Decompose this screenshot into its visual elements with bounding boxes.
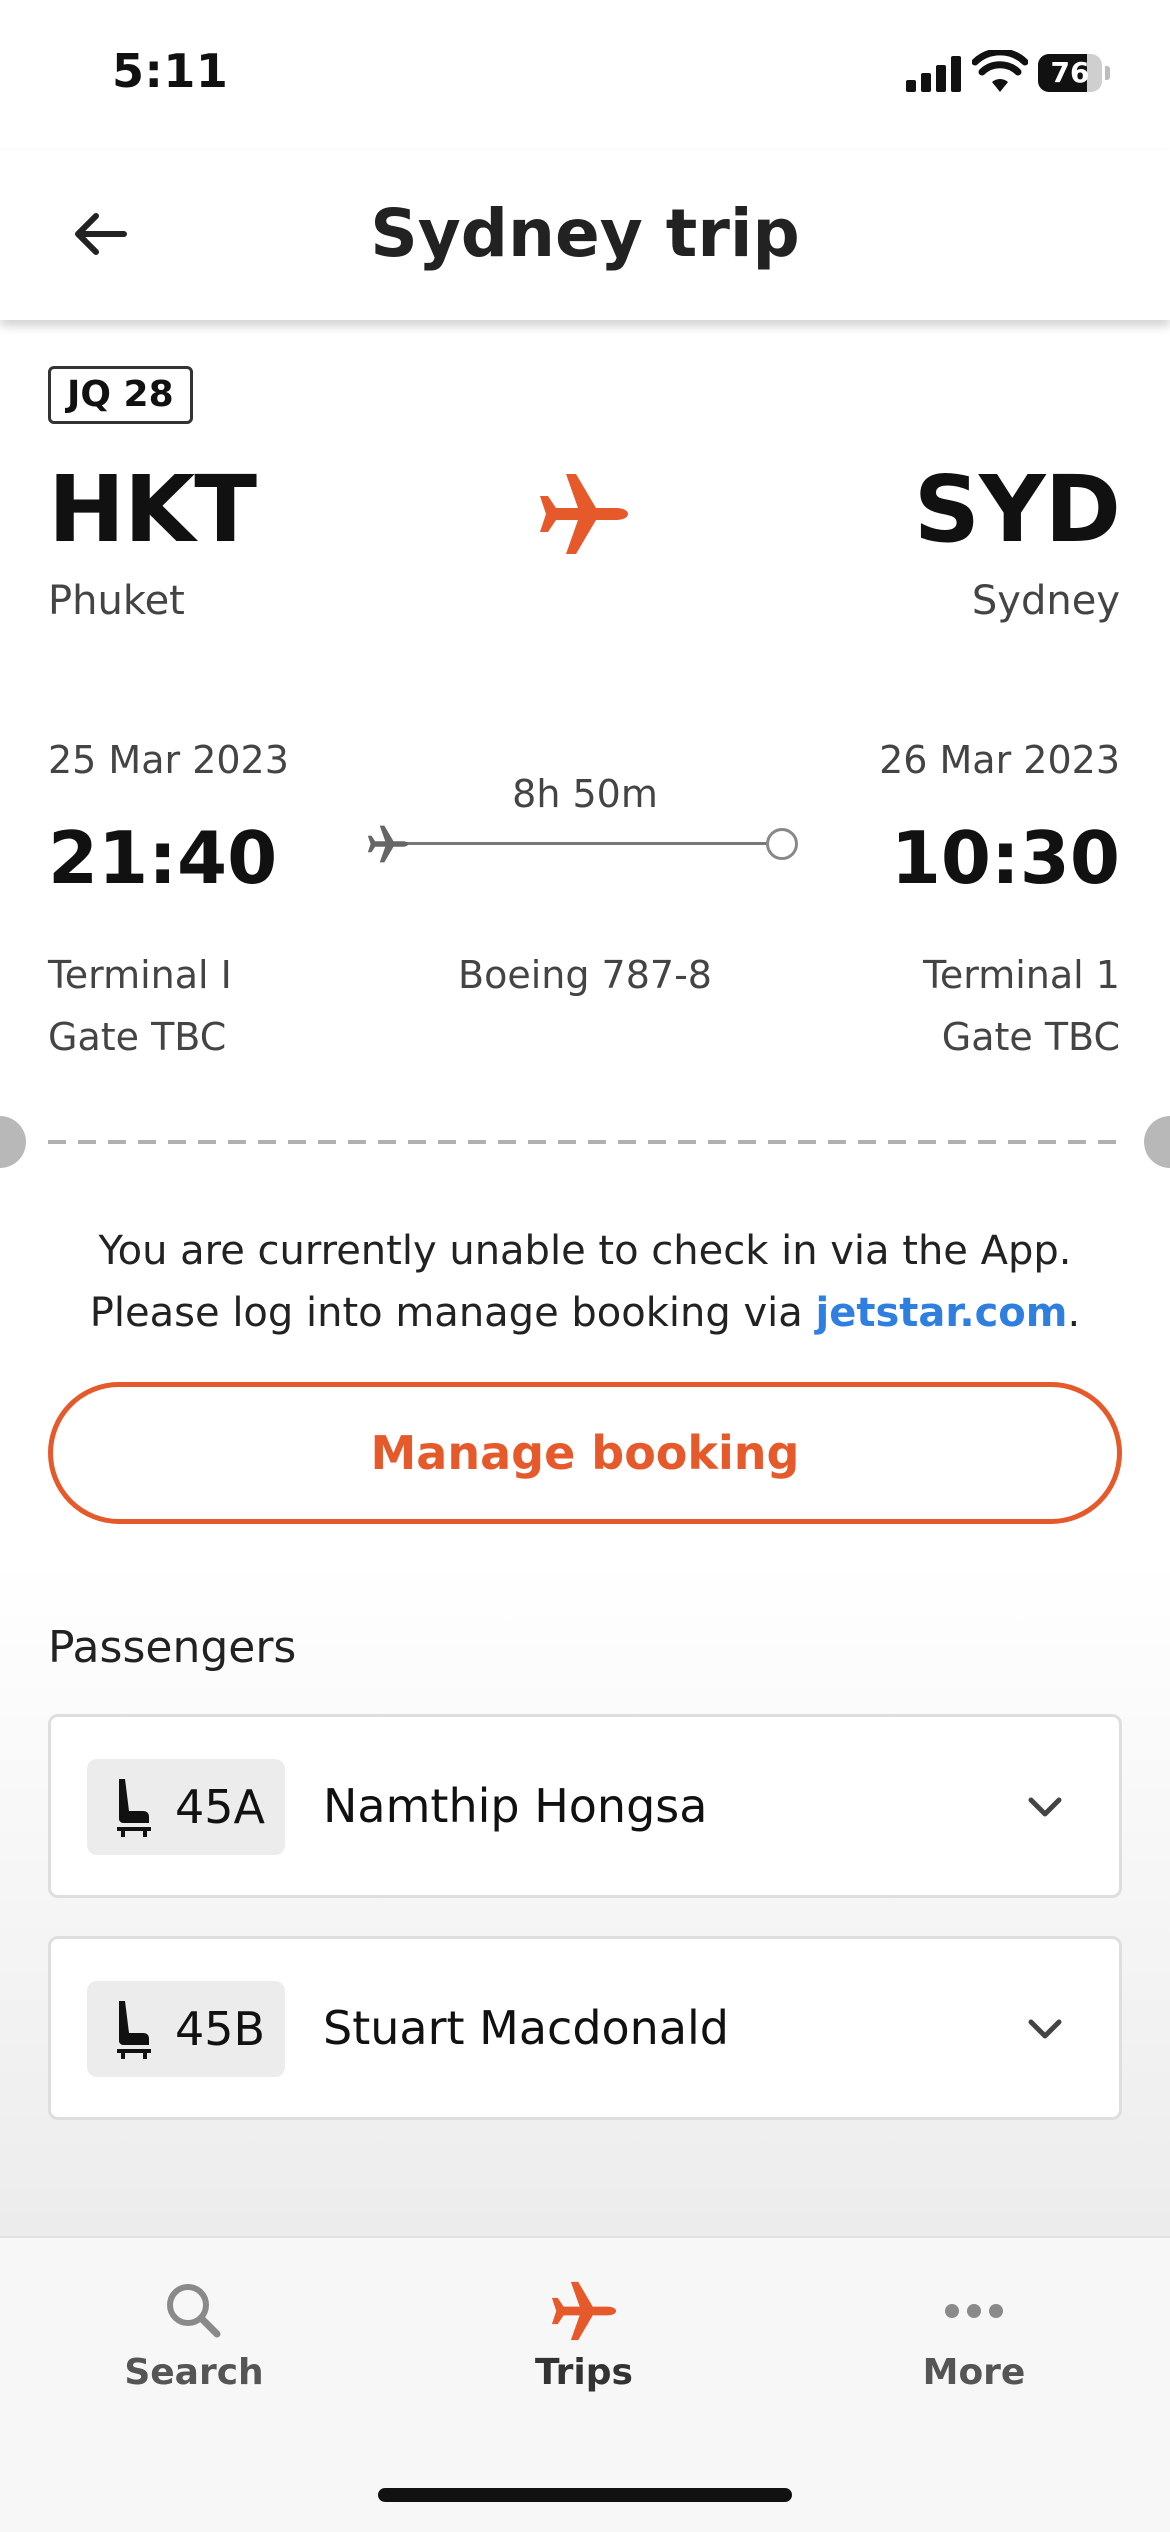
departure-city: Phuket: [48, 578, 185, 624]
tab-trips-label: Trips: [535, 2352, 633, 2393]
tab-more-label: More: [922, 2352, 1026, 2393]
jetstar-link[interactable]: jetstar.com: [815, 1290, 1067, 1336]
passenger-card[interactable]: 45A Namthip Hongsa: [48, 1714, 1122, 1898]
page-title: Sydney trip: [370, 195, 800, 272]
checkin-message-end: .: [1067, 1290, 1081, 1336]
tab-search[interactable]: Search: [64, 2276, 324, 2416]
seat-number: 45A: [175, 1780, 266, 1834]
plane-icon: [540, 474, 628, 554]
arrival-city: Sydney: [971, 578, 1120, 624]
checkin-message: You are currently unable to check in via…: [40, 1220, 1130, 1344]
passengers-title: Passengers: [48, 1622, 297, 1673]
flight-duration: 8h 50m: [512, 772, 658, 816]
back-button[interactable]: [60, 194, 140, 274]
app-screen: 5:11 76 Sydney trip JQ 28 HKT SYD Phuket…: [0, 0, 1170, 2532]
passenger-name: Stuart Macdonald: [323, 2001, 729, 2055]
status-bar: 5:11 76: [0, 0, 1170, 150]
tab-trips[interactable]: Trips: [454, 2276, 714, 2416]
passenger-name: Namthip Hongsa: [323, 1779, 708, 1833]
seat-badge: 45B: [87, 1981, 285, 2077]
departure-date: 25 Mar 2023: [48, 738, 289, 782]
chevron-down-icon[interactable]: [1021, 2005, 1069, 2053]
chevron-down-icon[interactable]: [1021, 1783, 1069, 1831]
search-icon: [167, 2284, 221, 2338]
departure-terminal-info: Terminal I Gate TBC: [48, 944, 232, 1068]
tab-search-label: Search: [124, 2352, 264, 2393]
dashed-divider: [48, 1140, 1122, 1144]
more-dots-icon: [945, 2304, 1003, 2318]
arrival-date: 26 Mar 2023: [879, 738, 1120, 782]
cellular-signal-icon: [906, 56, 962, 92]
passenger-card[interactable]: 45B Stuart Macdonald: [48, 1936, 1122, 2120]
wifi-icon: [972, 50, 1028, 92]
battery-icon: 76: [1038, 54, 1110, 92]
ticket-notch-left: [0, 1116, 26, 1168]
arrival-gate: Gate TBC: [941, 1015, 1120, 1059]
arrow-left-icon: [75, 213, 127, 255]
seat-badge: 45A: [87, 1759, 285, 1855]
small-plane-icon: [367, 825, 409, 863]
departure-time: 21:40: [48, 816, 278, 900]
seat-icon: [117, 2001, 151, 2059]
arrival-time: 10:30: [890, 816, 1120, 900]
departure-gate: Gate TBC: [48, 1015, 227, 1059]
arrival-terminal-info: Terminal 1 Gate TBC: [923, 944, 1120, 1068]
departure-terminal: Terminal I: [48, 953, 232, 997]
nav-header: Sydney trip: [0, 150, 1170, 320]
aircraft-type: Boeing 787-8: [458, 953, 712, 997]
ticket-notch-right: [1144, 1116, 1170, 1168]
tab-more[interactable]: More: [844, 2276, 1104, 2416]
flight-progress-track: [366, 820, 806, 866]
home-indicator: [378, 2488, 792, 2502]
seat-number: 45B: [175, 2002, 266, 2056]
manage-booking-button[interactable]: Manage booking: [48, 1382, 1122, 1524]
seat-icon: [117, 1779, 151, 1837]
plane-icon: [551, 2281, 617, 2341]
battery-percent: 76: [1050, 56, 1090, 89]
departure-airport-code: HKT: [48, 456, 257, 563]
status-time: 5:11: [112, 44, 229, 98]
flight-number-badge: JQ 28: [48, 366, 193, 424]
destination-marker: [766, 828, 798, 860]
arrival-airport-code: SYD: [913, 456, 1121, 563]
arrival-terminal: Terminal 1: [923, 953, 1120, 997]
